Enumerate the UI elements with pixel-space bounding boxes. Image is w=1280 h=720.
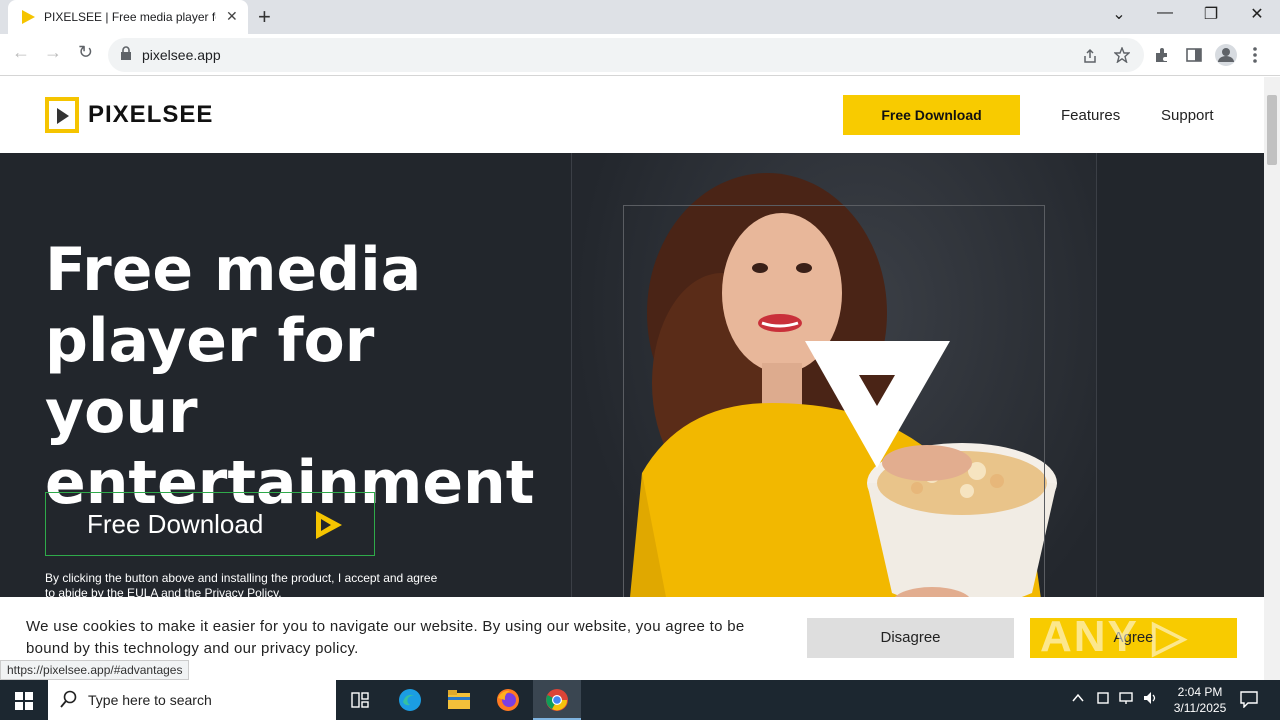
hero-download-button[interactable]: Free Download <box>45 492 375 556</box>
logo-text[interactable]: PIXELSEE <box>88 101 213 129</box>
new-tab-button[interactable]: + <box>258 4 271 30</box>
back-button[interactable]: ← <box>12 42 30 63</box>
agree-button[interactable]: Agree <box>1030 618 1237 658</box>
restore-button[interactable]: ❐ <box>1188 4 1234 24</box>
chrome-icon <box>546 689 568 711</box>
windows-logo-icon <box>15 692 33 710</box>
tab-close-icon[interactable]: ✕ <box>226 8 238 25</box>
cookie-banner: We use cookies to make it easier for you… <box>0 597 1264 680</box>
task-view-icon <box>351 692 369 708</box>
browser-toolbar: ← → ↻ pixelsee.app <box>0 34 1280 76</box>
firefox-taskbar-button[interactable] <box>484 680 532 720</box>
profile-icon[interactable] <box>1215 44 1237 66</box>
edge-taskbar-button[interactable] <box>386 680 434 720</box>
tray-time: 2:04 PM <box>1177 685 1223 699</box>
start-button[interactable] <box>0 680 48 720</box>
search-placeholder: Type here to search <box>88 692 212 708</box>
disagree-button[interactable]: Disagree <box>807 618 1014 658</box>
device-icon[interactable] <box>1096 691 1110 705</box>
firefox-icon <box>497 689 519 711</box>
chrome-taskbar-button[interactable] <box>533 680 581 720</box>
bookmark-star-icon[interactable] <box>1114 47 1130 63</box>
status-url: https://pixelsee.app/#advantages <box>0 660 190 680</box>
browser-tab[interactable]: PIXELSEE | Free media player for ✕ <box>8 0 248 34</box>
play-icon <box>316 511 342 539</box>
header-download-button[interactable]: Free Download <box>843 95 1020 135</box>
nav-link-support[interactable]: Support <box>1161 107 1214 124</box>
extensions-icon[interactable] <box>1154 47 1170 63</box>
folder-icon <box>448 690 470 709</box>
menu-icon[interactable] <box>1252 47 1258 63</box>
nav-link-features[interactable]: Features <box>1061 107 1120 124</box>
lock-icon <box>121 46 131 60</box>
task-view-button[interactable] <box>336 680 384 720</box>
chevron-up-icon[interactable] <box>1071 691 1085 705</box>
logo-icon[interactable] <box>45 97 79 133</box>
edge-icon <box>399 689 421 711</box>
forward-button[interactable]: → <box>44 42 62 63</box>
site-header: PIXELSEE Free Download Features Support <box>0 77 1264 153</box>
tab-search-icon[interactable]: ⌄ <box>1096 4 1142 24</box>
cookie-text: We use cookies to make it easier for you… <box>26 618 745 657</box>
volume-icon[interactable] <box>1143 691 1159 705</box>
pixelsee-favicon-icon <box>22 10 35 24</box>
taskbar-search[interactable]: Type here to search <box>48 680 336 720</box>
sidepanel-icon[interactable] <box>1186 47 1202 63</box>
hero-title: Free media player for your entertainment <box>45 235 535 518</box>
tray-clock[interactable]: 2:04 PM 3/11/2025 <box>1168 684 1232 716</box>
scrollbar-thumb[interactable] <box>1267 95 1277 165</box>
page-scrollbar[interactable] <box>1264 77 1280 680</box>
address-bar[interactable]: pixelsee.app <box>108 38 1144 72</box>
notifications-icon[interactable] <box>1240 690 1258 708</box>
url-text: pixelsee.app <box>142 47 221 63</box>
taskbar: Type here to search 2:04 PM 3/11/2025 <box>0 680 1280 720</box>
hero-frame <box>623 205 1045 625</box>
tray-date: 3/11/2025 <box>1173 701 1227 715</box>
tab-title: PIXELSEE | Free media player for <box>44 10 216 24</box>
tab-strip: PIXELSEE | Free media player for ✕ + ⌄ —… <box>0 0 1280 34</box>
share-icon[interactable] <box>1082 48 1098 64</box>
network-icon[interactable] <box>1119 691 1135 705</box>
file-explorer-button[interactable] <box>435 680 483 720</box>
minimize-button[interactable]: — <box>1142 4 1188 22</box>
search-icon <box>60 690 77 708</box>
page-viewport: PIXELSEE Free Download Features Support <box>0 77 1264 680</box>
close-window-button[interactable]: ✕ <box>1234 4 1280 24</box>
hero-download-label: Free Download <box>87 509 264 539</box>
reload-button[interactable]: ↻ <box>78 42 93 63</box>
